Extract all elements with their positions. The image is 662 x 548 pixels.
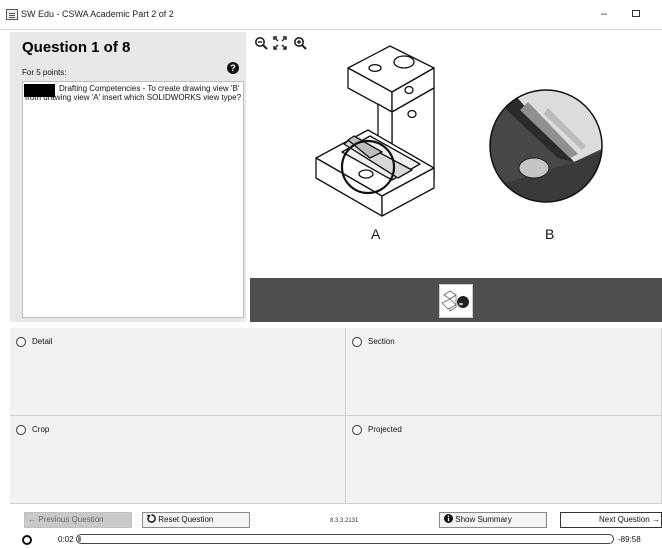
radio-button[interactable] — [16, 337, 26, 347]
reset-icon — [147, 514, 158, 524]
show-summary-button[interactable]: Show Summary — [439, 512, 547, 528]
show-summary-label: Show Summary — [455, 515, 512, 524]
reset-question-button[interactable]: Reset Question — [142, 512, 250, 528]
previous-question-label: Previous Question — [38, 515, 104, 524]
question-text: Drafting Competencies - To create drawin… — [25, 84, 242, 102]
time-progress-bar — [76, 534, 614, 544]
answer-label: Detail — [32, 337, 53, 346]
view-b-label: B — [545, 226, 555, 242]
answer-label: Section — [368, 337, 395, 346]
navigation-bar: ← Previous Question Reset Question 8.3.3… — [0, 506, 662, 548]
answer-option-crop[interactable]: Crop — [10, 416, 346, 504]
zoom-out-icon[interactable] — [254, 36, 268, 50]
radio-button[interactable] — [352, 337, 362, 347]
app-icon — [6, 9, 18, 20]
question-title: Question 1 of 8 — [22, 39, 131, 56]
previous-question-button[interactable]: ← Previous Question — [24, 512, 132, 528]
answer-options: Detail Section Crop Projected — [10, 328, 662, 504]
answer-option-section[interactable]: Section — [346, 328, 662, 416]
elapsed-time: 0:02 — [58, 535, 74, 544]
answer-label: Projected — [368, 425, 402, 434]
title-bar: SW Edu - CSWA Academic Part 2 of 2 – — [0, 0, 662, 30]
remaining-time: -89:58 — [618, 535, 641, 544]
timer-icon — [22, 535, 32, 545]
view-a-label: A — [371, 226, 381, 242]
window-title: SW Edu - CSWA Academic Part 2 of 2 — [21, 9, 174, 19]
image-thumbnail[interactable] — [439, 284, 473, 318]
help-icon[interactable]: ? — [227, 62, 239, 74]
version-number: 8.3.3.2131 — [330, 518, 359, 524]
question-points: For 5 points: — [22, 68, 67, 77]
next-question-label: Next Question — [599, 515, 650, 524]
time-progress-fill — [78, 536, 81, 542]
arrow-left-icon: ← — [28, 515, 36, 524]
answer-option-projected[interactable]: Projected — [346, 416, 662, 504]
next-question-button[interactable]: Next Question → — [560, 512, 662, 528]
info-icon — [444, 514, 455, 524]
radio-button[interactable] — [16, 425, 26, 435]
drawing-view-a — [315, 45, 435, 217]
minimize-button[interactable]: – — [594, 6, 614, 22]
drawing-view-b — [489, 89, 603, 203]
question-text-box: Drafting Competencies - To create drawin… — [22, 81, 244, 318]
reset-question-label: Reset Question — [158, 515, 214, 524]
answer-label: Crop — [32, 425, 50, 434]
zoom-toolbar — [254, 36, 308, 52]
radio-button[interactable] — [352, 425, 362, 435]
image-viewer: A B — [250, 32, 662, 322]
question-panel: Question 1 of 8 For 5 points: ? Drafting… — [10, 32, 246, 322]
answer-option-detail[interactable]: Detail — [10, 328, 346, 416]
arrow-right-icon: → — [651, 515, 660, 524]
fit-icon[interactable] — [273, 36, 288, 50]
maximize-button[interactable] — [626, 6, 646, 22]
redaction-block — [24, 84, 55, 97]
thumbnail-strip — [250, 278, 662, 322]
zoom-in-icon[interactable] — [293, 36, 307, 50]
